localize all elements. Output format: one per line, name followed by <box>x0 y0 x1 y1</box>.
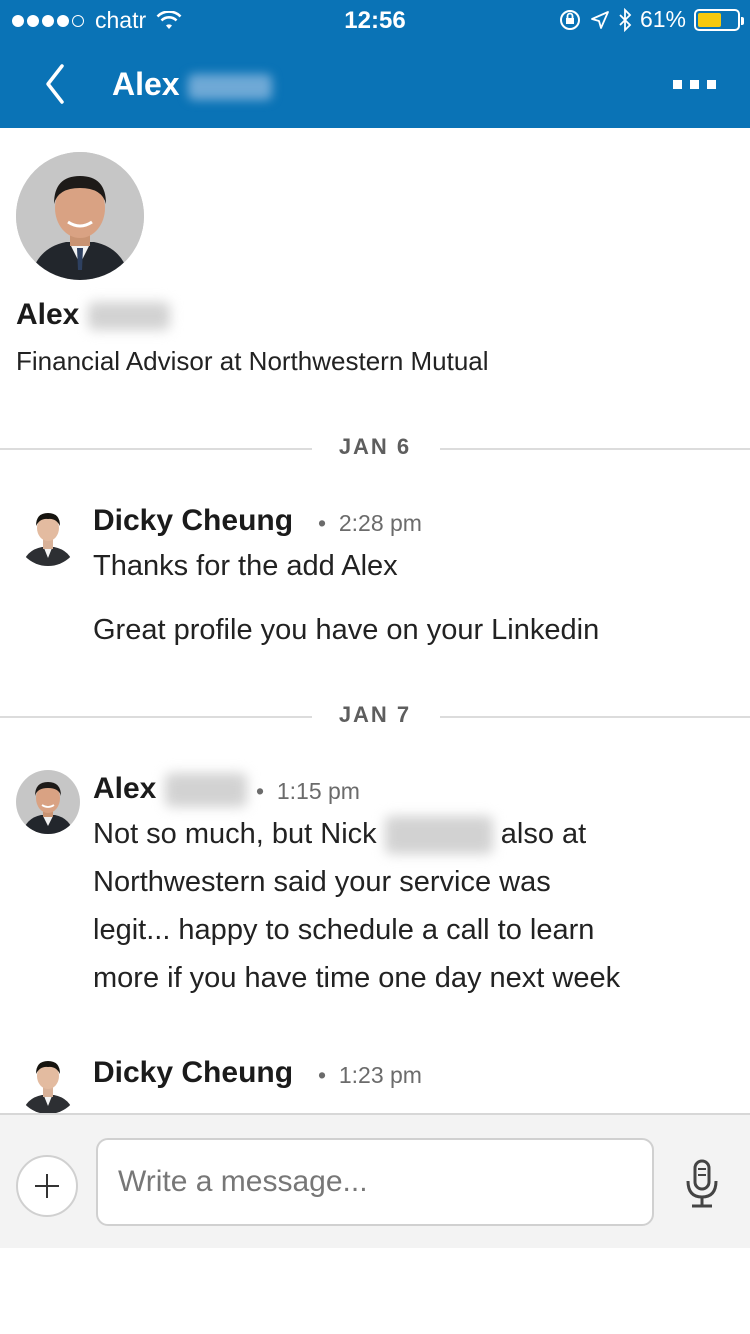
message-body: Not so much, but Nick also at Northweste… <box>93 810 713 1002</box>
sender-avatar[interactable] <box>16 770 80 834</box>
message-body: Thanks for the add Alex Great profile yo… <box>93 542 713 654</box>
message-line: Northwestern said your service was <box>93 866 551 898</box>
add-attachment-button[interactable] <box>16 1155 78 1217</box>
conversation-title: Alex <box>112 66 273 103</box>
message-sender[interactable]: Dicky Cheung <box>93 1056 293 1090</box>
message-line: legit... happy to schedule a call to lea… <box>93 914 595 946</box>
back-chevron-icon[interactable] <box>40 62 72 106</box>
message-composer <box>0 1113 750 1248</box>
status-bar: chatr 12:56 61% <box>0 0 750 40</box>
sender-avatar[interactable] <box>16 502 80 566</box>
location-arrow-icon <box>591 10 609 29</box>
profile-avatar[interactable] <box>16 152 144 280</box>
message-sender[interactable]: Alex <box>93 772 247 808</box>
redacted-name <box>384 816 493 855</box>
redacted-surname <box>188 73 273 100</box>
message-line: Thanks for the add Alex <box>93 550 398 582</box>
redacted-surname <box>164 773 247 808</box>
date-divider: JAN 6 <box>0 434 750 464</box>
redacted-surname <box>87 302 170 331</box>
message-line: more if you have time one day next week <box>93 962 621 994</box>
conversation-header: Alex <box>0 40 750 128</box>
sender-avatar[interactable] <box>16 1050 80 1114</box>
message-line: Not so much, but Nick also at <box>93 810 713 858</box>
battery-icon <box>694 8 744 31</box>
message-timestamp: • 2:28 pm <box>318 510 422 536</box>
profile-headline: Financial Advisor at Northwestern Mutual <box>16 346 489 376</box>
message-timestamp: • 1:23 pm <box>318 1062 422 1088</box>
bluetooth-icon <box>619 7 632 32</box>
top-bar: chatr 12:56 61% Alex <box>0 0 750 128</box>
date-divider: JAN 7 <box>0 702 750 732</box>
profile-name[interactable]: Alex <box>16 298 170 332</box>
message-timestamp: • 1:15 pm <box>256 778 360 804</box>
message-line: Great profile you have on your Linkedin <box>93 614 600 646</box>
message-input-wrapper[interactable] <box>96 1138 654 1226</box>
microphone-icon[interactable] <box>684 1159 720 1209</box>
message-input[interactable] <box>98 1140 652 1224</box>
message-sender[interactable]: Dicky Cheung <box>93 504 293 538</box>
battery-percent: 61% <box>639 6 686 32</box>
more-options-icon[interactable] <box>673 80 716 89</box>
rotation-lock-icon <box>559 9 580 30</box>
